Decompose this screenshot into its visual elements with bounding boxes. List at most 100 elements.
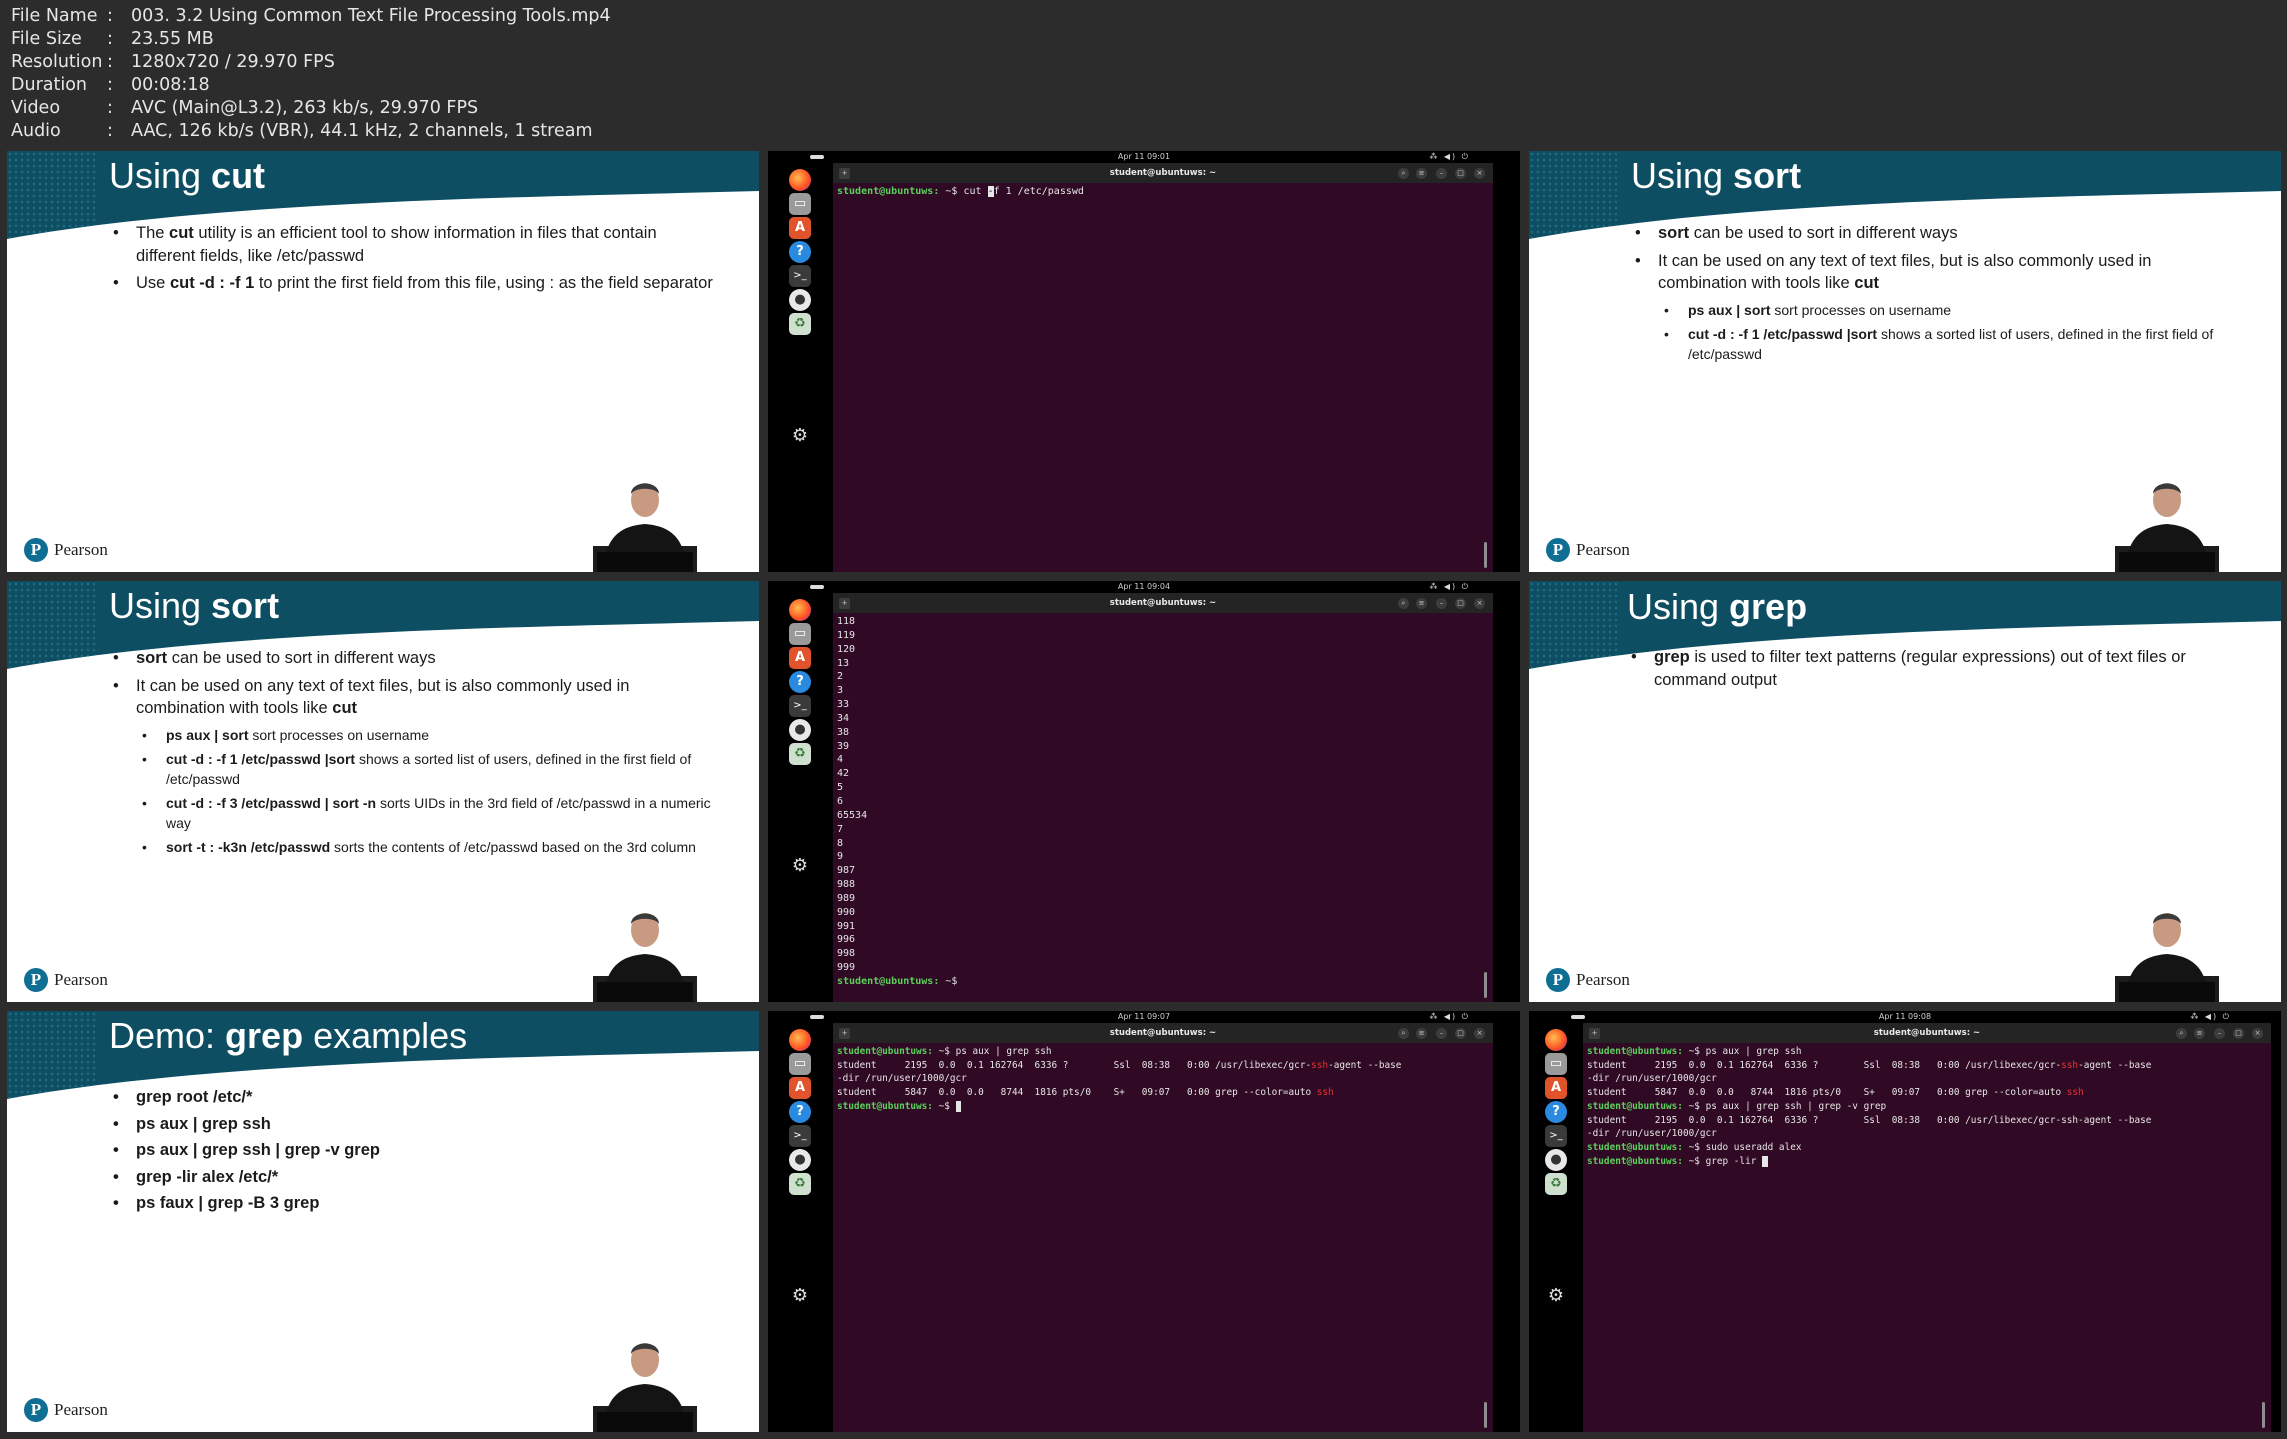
menu-icon[interactable]: ≡	[1416, 1028, 1427, 1039]
terminal-app-icon[interactable]: >_	[1545, 1125, 1567, 1147]
disc-icon[interactable]: ●	[1545, 1149, 1567, 1171]
bullet-item: sort can be used to sort in different wa…	[1631, 222, 2241, 245]
maximize-icon[interactable]: □	[2233, 1028, 2244, 1039]
close-icon[interactable]: ×	[1474, 1028, 1485, 1039]
clock: Apr 11 09:07	[1117, 1012, 1171, 1021]
system-tray-icons: ⁂ ◀) ⏻	[2190, 1012, 2231, 1021]
presenter-image	[593, 1343, 697, 1432]
presenter-image	[2115, 913, 2219, 1002]
files-icon[interactable]: ▭	[1545, 1053, 1567, 1075]
dock: ▭ A ? >_ ● ♻ ⚙	[768, 1023, 828, 1432]
terminal-app-icon[interactable]: >_	[789, 265, 811, 287]
sub-bullet-item: cut -d : -f 3 /etc/passwd | sort -n sort…	[109, 793, 719, 833]
disc-icon[interactable]: ●	[789, 289, 811, 311]
text-cursor	[955, 1100, 962, 1112]
files-icon[interactable]: ▭	[789, 1053, 811, 1075]
bullet-item: sort can be used to sort in different wa…	[109, 647, 719, 670]
show-apps-icon[interactable]: ⚙	[789, 425, 811, 447]
text-cursor	[1762, 1155, 1768, 1167]
pearson-mark-icon: P	[1546, 968, 1570, 992]
close-icon[interactable]: ×	[2252, 1028, 2263, 1039]
firefox-icon[interactable]	[1545, 1029, 1567, 1051]
show-apps-icon[interactable]: ⚙	[789, 1285, 811, 1307]
maximize-icon[interactable]: □	[1455, 598, 1466, 609]
dock: ▭ A ? >_ ● ♻ ⚙	[768, 593, 828, 1002]
app-store-icon[interactable]: A	[789, 1077, 811, 1099]
maximize-icon[interactable]: □	[1455, 1028, 1466, 1039]
app-store-icon[interactable]: A	[789, 217, 811, 239]
trash-icon[interactable]: ♻	[789, 313, 811, 335]
firefox-icon[interactable]	[789, 599, 811, 621]
pearson-logo: P Pearson	[1546, 968, 1630, 992]
file-info-panel: File Name:003. 3.2 Using Common Text Fil…	[11, 5, 611, 143]
help-icon[interactable]: ?	[789, 1101, 811, 1123]
terminal-window[interactable]: + student@ubuntuws: ~ ⌕ ≡ – □ × 118 119 12…	[833, 593, 1493, 1002]
terminal-window[interactable]: + student@ubuntuws: ~ ⌕ ≡ – □ × student@…	[833, 163, 1493, 572]
terminal-output[interactable]: student@ubuntuws: ~$ ps aux | grep ssh st…	[1587, 1045, 2267, 1432]
minimize-icon[interactable]: –	[1436, 168, 1447, 179]
help-icon[interactable]: ?	[789, 671, 811, 693]
thumbnail-terminal-grep-lir[interactable]: Apr 11 09:08 ⁂ ◀) ⏻ ▭ A ? >_ ● ♻ ⚙ + stud…	[1529, 1011, 2281, 1432]
thumbnail-slide-using-cut[interactable]: Using cut The cut utility is an efficien…	[7, 151, 759, 572]
terminal-app-icon[interactable]: >_	[789, 695, 811, 717]
minimize-icon[interactable]: –	[2214, 1028, 2225, 1039]
bullet-item: grep -lir alex /etc/*	[109, 1166, 719, 1189]
trash-icon[interactable]: ♻	[789, 743, 811, 765]
bullet-item: grep root /etc/*	[109, 1086, 719, 1109]
scrollbar[interactable]	[1484, 972, 1487, 998]
show-apps-icon[interactable]: ⚙	[789, 855, 811, 877]
trash-icon[interactable]: ♻	[1545, 1173, 1567, 1195]
info-row-audio: Audio: AAC, 126 kb/s (VBR), 44.1 kHz, 2 c…	[11, 121, 593, 141]
show-apps-icon[interactable]: ⚙	[1545, 1285, 1567, 1307]
files-icon[interactable]: ▭	[789, 193, 811, 215]
menu-icon[interactable]: ≡	[2194, 1028, 2205, 1039]
bullet-item: It can be used on any text of text files…	[109, 675, 719, 720]
help-icon[interactable]: ?	[789, 241, 811, 263]
terminal-titlebar: + student@ubuntuws: ~ ⌕ ≡ – □ ×	[833, 593, 1493, 613]
menu-icon[interactable]: ≡	[1416, 168, 1427, 179]
menu-icon[interactable]: ≡	[1416, 598, 1427, 609]
search-icon[interactable]: ⌕	[2176, 1028, 2187, 1039]
search-icon[interactable]: ⌕	[1398, 168, 1409, 179]
terminal-output[interactable]: student@ubuntuws: ~$ ps aux | grep ssh st…	[837, 1045, 1489, 1432]
thumbnail-slide-using-sort-1[interactable]: Using sort sort can be used to sort in d…	[1529, 151, 2281, 572]
app-store-icon[interactable]: A	[789, 647, 811, 669]
thumbnail-slide-using-sort-2[interactable]: Using sort sort can be used to sort in d…	[7, 581, 759, 1002]
thumbnail-terminal-sort-output[interactable]: Apr 11 09:04 ⁂ ◀) ⏻ ▭ A ? >_ ● ♻ ⚙ + stud…	[768, 581, 1520, 1002]
maximize-icon[interactable]: □	[1455, 168, 1466, 179]
terminal-app-icon[interactable]: >_	[789, 1125, 811, 1147]
firefox-icon[interactable]	[789, 169, 811, 191]
search-icon[interactable]: ⌕	[1398, 1028, 1409, 1039]
terminal-window[interactable]: + student@ubuntuws: ~ ⌕ ≡ – □ × student@…	[833, 1023, 1493, 1432]
dock: ▭ A ? >_ ● ♻ ⚙	[768, 163, 828, 572]
thumbnail-slide-demo-grep[interactable]: Demo: grep examples grep root /etc/* ps …	[7, 1011, 759, 1432]
minimize-icon[interactable]: –	[1436, 598, 1447, 609]
thumbnail-terminal-grep-ssh[interactable]: Apr 11 09:07 ⁂ ◀) ⏻ ▭ A ? >_ ● ♻ ⚙ + stud…	[768, 1011, 1520, 1432]
scrollbar[interactable]	[1484, 1402, 1487, 1428]
close-icon[interactable]: ×	[1474, 598, 1485, 609]
terminal-window[interactable]: + student@ubuntuws: ~ ⌕ ≡ – □ × student@…	[1583, 1023, 2271, 1432]
disc-icon[interactable]: ●	[789, 719, 811, 741]
terminal-output[interactable]: student@ubuntuws: ~$ cut -f 1 /etc/passw…	[837, 185, 1489, 572]
trash-icon[interactable]: ♻	[789, 1173, 811, 1195]
terminal-titlebar: + student@ubuntuws: ~ ⌕ ≡ – □ ×	[833, 163, 1493, 183]
thumbnail-terminal-cut[interactable]: Apr 11 09:01 ⁂ ◀) ⏻ ▭ A ? >_ ● ♻ ⚙ + stud…	[768, 151, 1520, 572]
sub-bullet-item: sort -t : -k3n /etc/passwd sorts the con…	[109, 837, 719, 857]
sub-bullet-item: ps aux | sort sort processes on username	[109, 725, 719, 745]
disc-icon[interactable]: ●	[789, 1149, 811, 1171]
files-icon[interactable]: ▭	[789, 623, 811, 645]
close-icon[interactable]: ×	[1474, 168, 1485, 179]
minimize-icon[interactable]: –	[1436, 1028, 1447, 1039]
clock: Apr 11 09:08	[1878, 1012, 1932, 1021]
terminal-output[interactable]: 118 119 120 13 2 3 33 34 38 39 4 42 5 6 65534 7 8 9 987 988…	[837, 615, 1489, 1002]
pearson-logo: P Pearson	[24, 968, 108, 992]
search-icon[interactable]: ⌕	[1398, 598, 1409, 609]
firefox-icon[interactable]	[789, 1029, 811, 1051]
gnome-top-bar: Apr 11 09:04 ⁂ ◀) ⏻	[768, 581, 1520, 593]
scrollbar[interactable]	[1484, 542, 1487, 568]
thumbnail-slide-using-grep[interactable]: Using grep grep is used to filter text p…	[1529, 581, 2281, 1002]
presenter-image	[593, 483, 697, 572]
help-icon[interactable]: ?	[1545, 1101, 1567, 1123]
app-store-icon[interactable]: A	[1545, 1077, 1567, 1099]
scrollbar[interactable]	[2262, 1402, 2265, 1428]
